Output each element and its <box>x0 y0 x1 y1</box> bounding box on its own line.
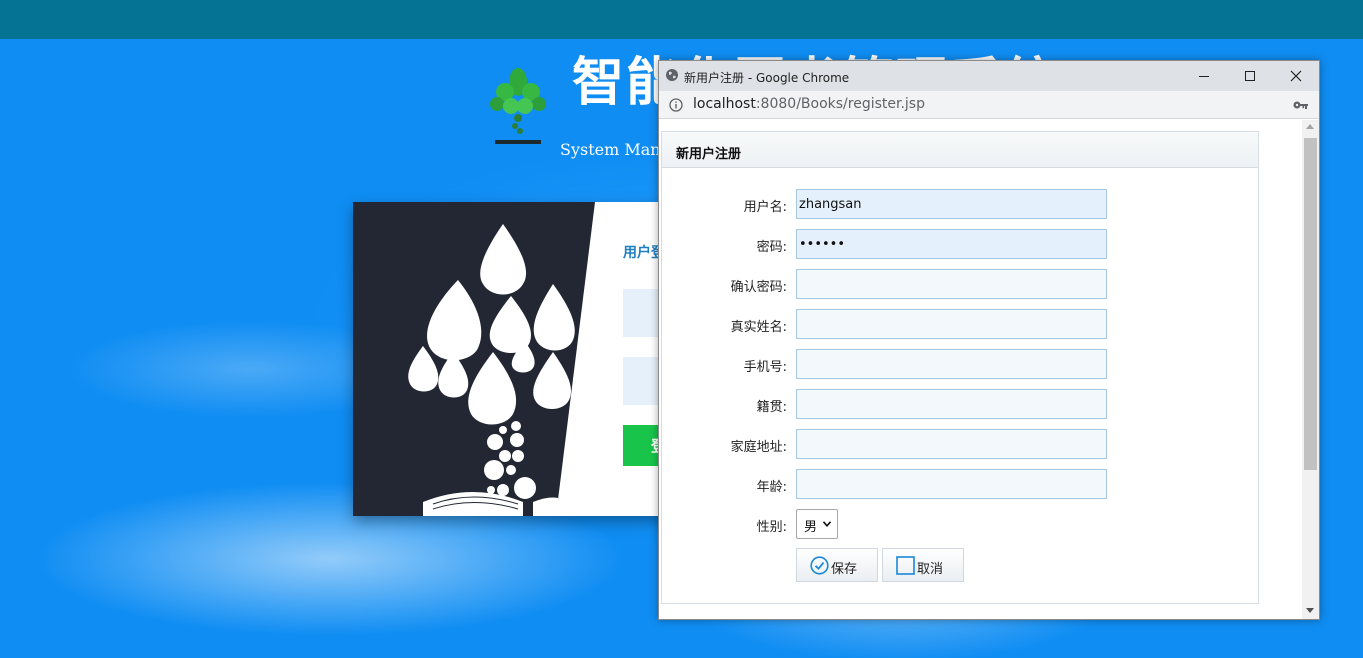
close-button[interactable] <box>1273 61 1319 91</box>
window-title: 新用户注册 - Google Chrome <box>684 71 850 85</box>
password-input[interactable] <box>796 229 1107 259</box>
form-row-confirm-password: 确认密码: <box>662 269 1258 299</box>
scroll-thumb[interactable] <box>1304 138 1317 470</box>
minimize-button[interactable] <box>1181 61 1227 91</box>
register-popup-window: 新用户注册 - Google Chrome localhost:8080/Boo… <box>658 60 1320 620</box>
phone-label: 手机号: <box>743 360 787 375</box>
scroll-down-arrow[interactable] <box>1306 608 1314 613</box>
cancel-button[interactable]: 取消 <box>882 548 964 582</box>
maximize-button[interactable] <box>1227 61 1273 91</box>
url-host: localhost <box>693 96 756 112</box>
age-input[interactable] <box>796 469 1107 499</box>
confirm-password-input[interactable] <box>796 269 1107 299</box>
url-path: :8080/Books/register.jsp <box>755 96 925 112</box>
maximize-icon <box>1245 71 1255 81</box>
key-icon[interactable] <box>1293 99 1309 111</box>
confirm-password-label: 确认密码: <box>730 280 787 295</box>
address-input[interactable] <box>796 429 1107 459</box>
window-titlebar[interactable]: 新用户注册 - Google Chrome <box>659 61 1319 91</box>
save-button-label: 保存 <box>831 562 858 577</box>
square-icon <box>896 556 915 575</box>
form-row-real-name: 真实姓名: <box>662 309 1258 339</box>
minimize-icon <box>1199 76 1209 77</box>
chevron-down-icon <box>823 521 831 527</box>
phone-input[interactable] <box>796 349 1107 379</box>
address-label: 家庭地址: <box>730 440 787 455</box>
form-row-age: 年龄: <box>662 469 1258 499</box>
register-panel: 新用户注册 用户名: 密码: 确认密码: 真实姓名: 手机号: <box>661 131 1259 604</box>
native-place-label: 籍贯: <box>756 400 787 415</box>
tree-logo-icon <box>490 68 546 144</box>
vertical-scrollbar[interactable] <box>1302 120 1319 619</box>
login-illustration <box>353 202 595 516</box>
form-row-actions: 保存 取消 <box>662 548 1258 582</box>
gender-label: 性别: <box>756 520 787 535</box>
panel-title: 新用户注册 <box>676 147 742 162</box>
real-name-input[interactable] <box>796 309 1107 339</box>
panel-header: 新用户注册 <box>662 132 1258 168</box>
login-card: 用户登录 登录 <box>353 202 673 516</box>
top-bar <box>0 0 1363 39</box>
check-circle-icon <box>810 556 829 575</box>
gender-select[interactable]: 男 <box>796 509 838 539</box>
age-label: 年龄: <box>756 480 787 495</box>
native-place-input[interactable] <box>796 389 1107 419</box>
username-input[interactable] <box>796 189 1107 219</box>
username-label: 用户名: <box>743 200 787 215</box>
save-button[interactable]: 保存 <box>796 548 878 582</box>
info-icon[interactable] <box>669 98 683 112</box>
close-icon <box>1290 70 1302 82</box>
form-row-phone: 手机号: <box>662 349 1258 379</box>
url-text[interactable]: localhost:8080/Books/register.jsp <box>693 96 925 112</box>
form-row-gender: 性别: 男 <box>662 509 1258 539</box>
form-row-native-place: 籍贯: <box>662 389 1258 419</box>
globe-icon <box>666 69 678 81</box>
gender-selected-value: 男 <box>804 520 818 535</box>
real-name-label: 真实姓名: <box>730 320 787 335</box>
form-row-username: 用户名: <box>662 189 1258 219</box>
form-row-password: 密码: <box>662 229 1258 259</box>
form-row-address: 家庭地址: <box>662 429 1258 459</box>
cancel-button-label: 取消 <box>917 562 944 577</box>
scroll-up-arrow[interactable] <box>1306 124 1314 129</box>
password-label: 密码: <box>756 240 787 255</box>
address-bar[interactable]: localhost:8080/Books/register.jsp <box>659 91 1319 119</box>
page-viewport: 新用户注册 用户名: 密码: 确认密码: 真实姓名: 手机号: <box>659 120 1319 619</box>
